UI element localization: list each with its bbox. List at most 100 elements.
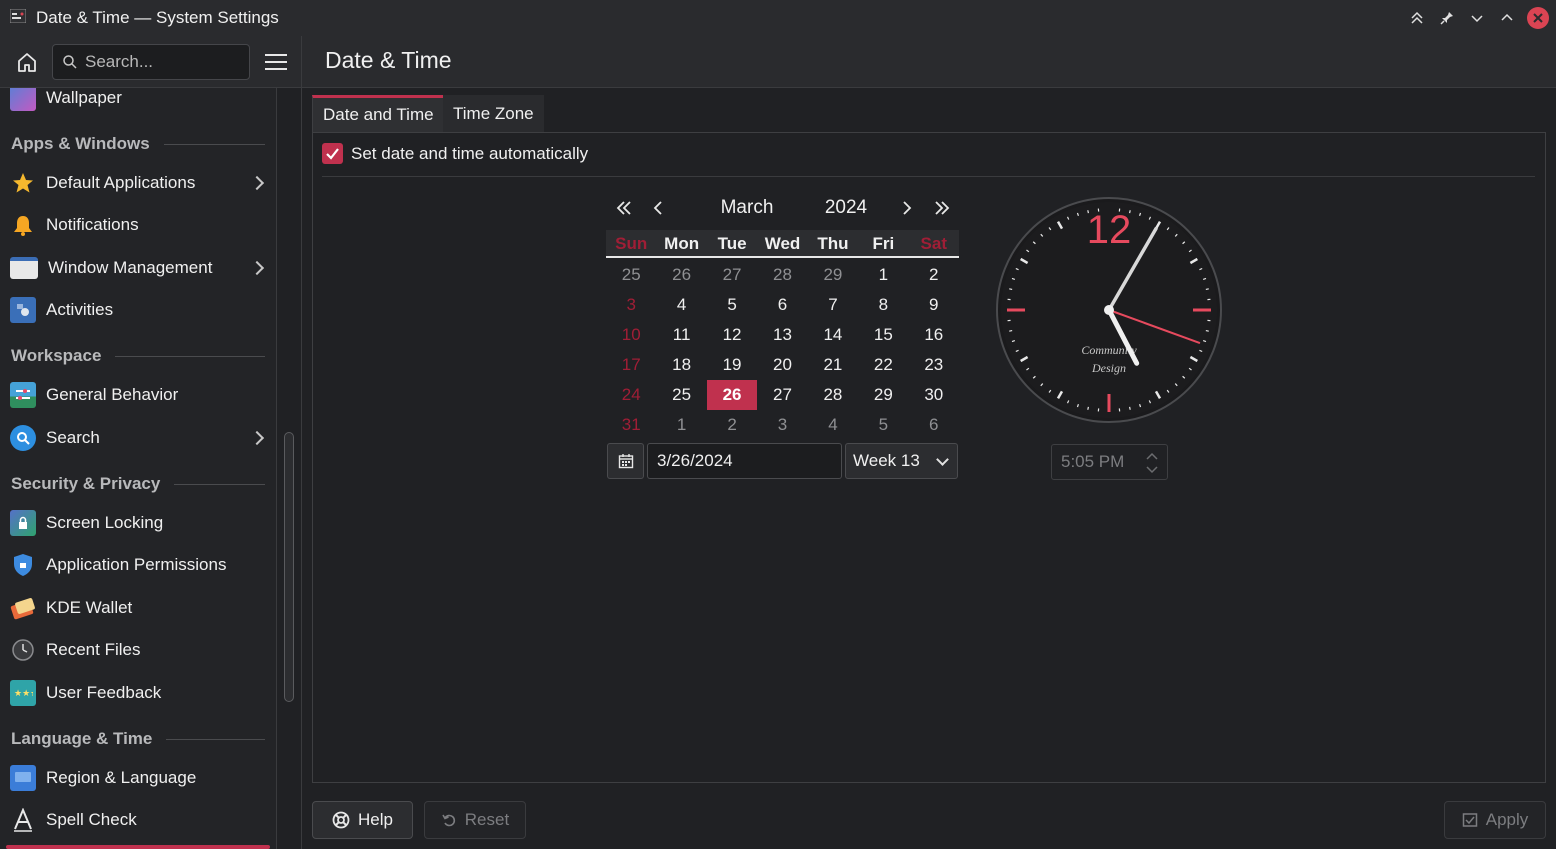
auto-time-row[interactable]: Set date and time automatically [322, 143, 588, 164]
calendar-day[interactable]: 28 [757, 260, 807, 290]
tab-time-zone[interactable]: Time Zone [443, 95, 544, 132]
calendar-day[interactable]: 6 [757, 290, 807, 320]
calendar-day[interactable]: 23 [909, 350, 959, 380]
calendar-day[interactable]: 15 [858, 320, 908, 350]
sidebar-item-notifications[interactable]: Notifications [0, 205, 276, 245]
minimize-icon[interactable] [1465, 6, 1489, 30]
calendar-day[interactable]: 5 [858, 410, 908, 440]
sidebar-item-user-feedback[interactable]: ★★★ User Feedback [0, 673, 276, 713]
hamburger-menu-button[interactable] [262, 48, 290, 76]
calendar-day[interactable]: 4 [656, 290, 706, 320]
spin-arrows-icon[interactable] [1145, 450, 1159, 476]
sidebar-item-screen-locking[interactable]: Screen Locking [0, 503, 276, 543]
next-month-button[interactable] [897, 196, 917, 220]
home-icon [18, 53, 36, 72]
search-input[interactable] [85, 52, 235, 72]
previous-month-button[interactable] [648, 196, 668, 220]
sidebar-active-indicator [6, 845, 270, 849]
calendar-day[interactable]: 25 [656, 380, 706, 410]
checkmark-icon [326, 148, 339, 160]
calendar-day[interactable]: 14 [808, 320, 858, 350]
chevron-right-icon [249, 430, 265, 446]
sidebar-item-activities[interactable]: Activities [0, 290, 276, 330]
time-spinbox[interactable]: 5:05 PM [1051, 444, 1168, 480]
calendar-day[interactable]: 11 [656, 320, 706, 350]
calendar-day[interactable]: 25 [606, 260, 656, 290]
sidebar-item-kde-wallet[interactable]: KDE Wallet [0, 588, 276, 628]
sidebar-item-window-management[interactable]: Window Management [0, 248, 276, 288]
calendar-day[interactable]: 28 [808, 380, 858, 410]
calendar-day[interactable]: 27 [757, 380, 807, 410]
date-input[interactable] [647, 443, 842, 479]
previous-year-button[interactable] [612, 196, 636, 220]
calendar-day[interactable]: 1 [656, 410, 706, 440]
pin-icon[interactable] [1435, 6, 1459, 30]
general-behavior-icon [10, 382, 36, 408]
calendar-year-label[interactable]: 2024 [812, 197, 880, 219]
calendar-day[interactable]: 20 [757, 350, 807, 380]
calendar-day[interactable]: 27 [707, 260, 757, 290]
sidebar-item-general-behavior[interactable]: General Behavior [0, 375, 276, 415]
double-chevron-left-icon [616, 201, 631, 215]
home-button[interactable] [10, 48, 44, 76]
calendar-day[interactable]: 4 [808, 410, 858, 440]
calendar-day[interactable]: 30 [909, 380, 959, 410]
section-header-security-privacy: Security & Privacy [11, 474, 265, 494]
calendar-month-label[interactable]: March [700, 197, 794, 219]
close-icon[interactable] [1527, 7, 1549, 29]
calendar-day[interactable]: 17 [606, 350, 656, 380]
calendar-day[interactable]: 19 [707, 350, 757, 380]
calendar-day[interactable]: 3 [606, 290, 656, 320]
sidebar-item-spell-check[interactable]: Spell Check [0, 800, 276, 840]
auto-time-checkbox[interactable] [322, 143, 343, 164]
clock-brand-line2: Design [1091, 361, 1126, 375]
calendar-day[interactable]: 21 [808, 350, 858, 380]
sidebar-item-recent-files[interactable]: Recent Files [0, 630, 276, 670]
search-field[interactable] [52, 44, 250, 80]
calendar-day-selected[interactable]: 26 [706, 380, 758, 410]
maximize-icon[interactable] [1495, 6, 1519, 30]
sidebar-item-application-permissions[interactable]: Application Permissions [0, 545, 276, 585]
sidebar-item-search[interactable]: Search [0, 418, 276, 458]
window-icon [10, 257, 38, 279]
calendar-day[interactable]: 10 [606, 320, 656, 350]
help-button[interactable]: Help [312, 801, 413, 839]
calendar-day[interactable]: 7 [808, 290, 858, 320]
keep-above-icon[interactable] [1405, 6, 1429, 30]
calendar-day[interactable]: 1 [858, 260, 908, 290]
calendar-day[interactable]: 31 [606, 410, 656, 440]
calendar-day[interactable]: 26 [656, 260, 706, 290]
calendar-day[interactable]: 22 [858, 350, 908, 380]
calendar-day[interactable]: 12 [707, 320, 757, 350]
date-picker-button[interactable] [607, 443, 644, 479]
weekday-tue: Tue [717, 234, 747, 253]
calendar-day[interactable]: 6 [909, 410, 959, 440]
week-select[interactable]: Week 13 [845, 443, 958, 479]
sidebar-item-default-applications[interactable]: Default Applications [0, 163, 276, 203]
sidebar-item-region-language[interactable]: Region & Language [0, 758, 276, 798]
double-chevron-right-icon [935, 201, 950, 215]
header-bar: Date & Time [0, 36, 1556, 88]
calendar-day[interactable]: 9 [909, 290, 959, 320]
tab-date-and-time[interactable]: Date and Time [312, 95, 445, 132]
calendar-day[interactable]: 13 [757, 320, 807, 350]
next-year-button[interactable] [930, 196, 954, 220]
calendar-day[interactable]: 18 [656, 350, 706, 380]
search-icon [63, 55, 77, 69]
clock-tick [1128, 406, 1131, 410]
calendar-day[interactable]: 29 [808, 260, 858, 290]
calendar-day[interactable]: 24 [606, 380, 656, 410]
sidebar-item-wallpaper[interactable]: Wallpaper [0, 88, 276, 118]
calendar-day[interactable]: 5 [707, 290, 757, 320]
calendar-day[interactable]: 2 [707, 410, 757, 440]
sidebar-scrollbar-thumb[interactable] [284, 432, 294, 702]
calendar-day[interactable]: 3 [757, 410, 807, 440]
calendar-day[interactable]: 29 [858, 380, 908, 410]
chevron-down-icon [936, 453, 949, 466]
calendar-day[interactable]: 2 [909, 260, 959, 290]
reset-button[interactable]: Reset [424, 801, 526, 839]
apply-button[interactable]: Apply [1444, 801, 1546, 839]
undo-icon [442, 814, 455, 827]
calendar-day[interactable]: 8 [858, 290, 908, 320]
calendar-day[interactable]: 16 [909, 320, 959, 350]
